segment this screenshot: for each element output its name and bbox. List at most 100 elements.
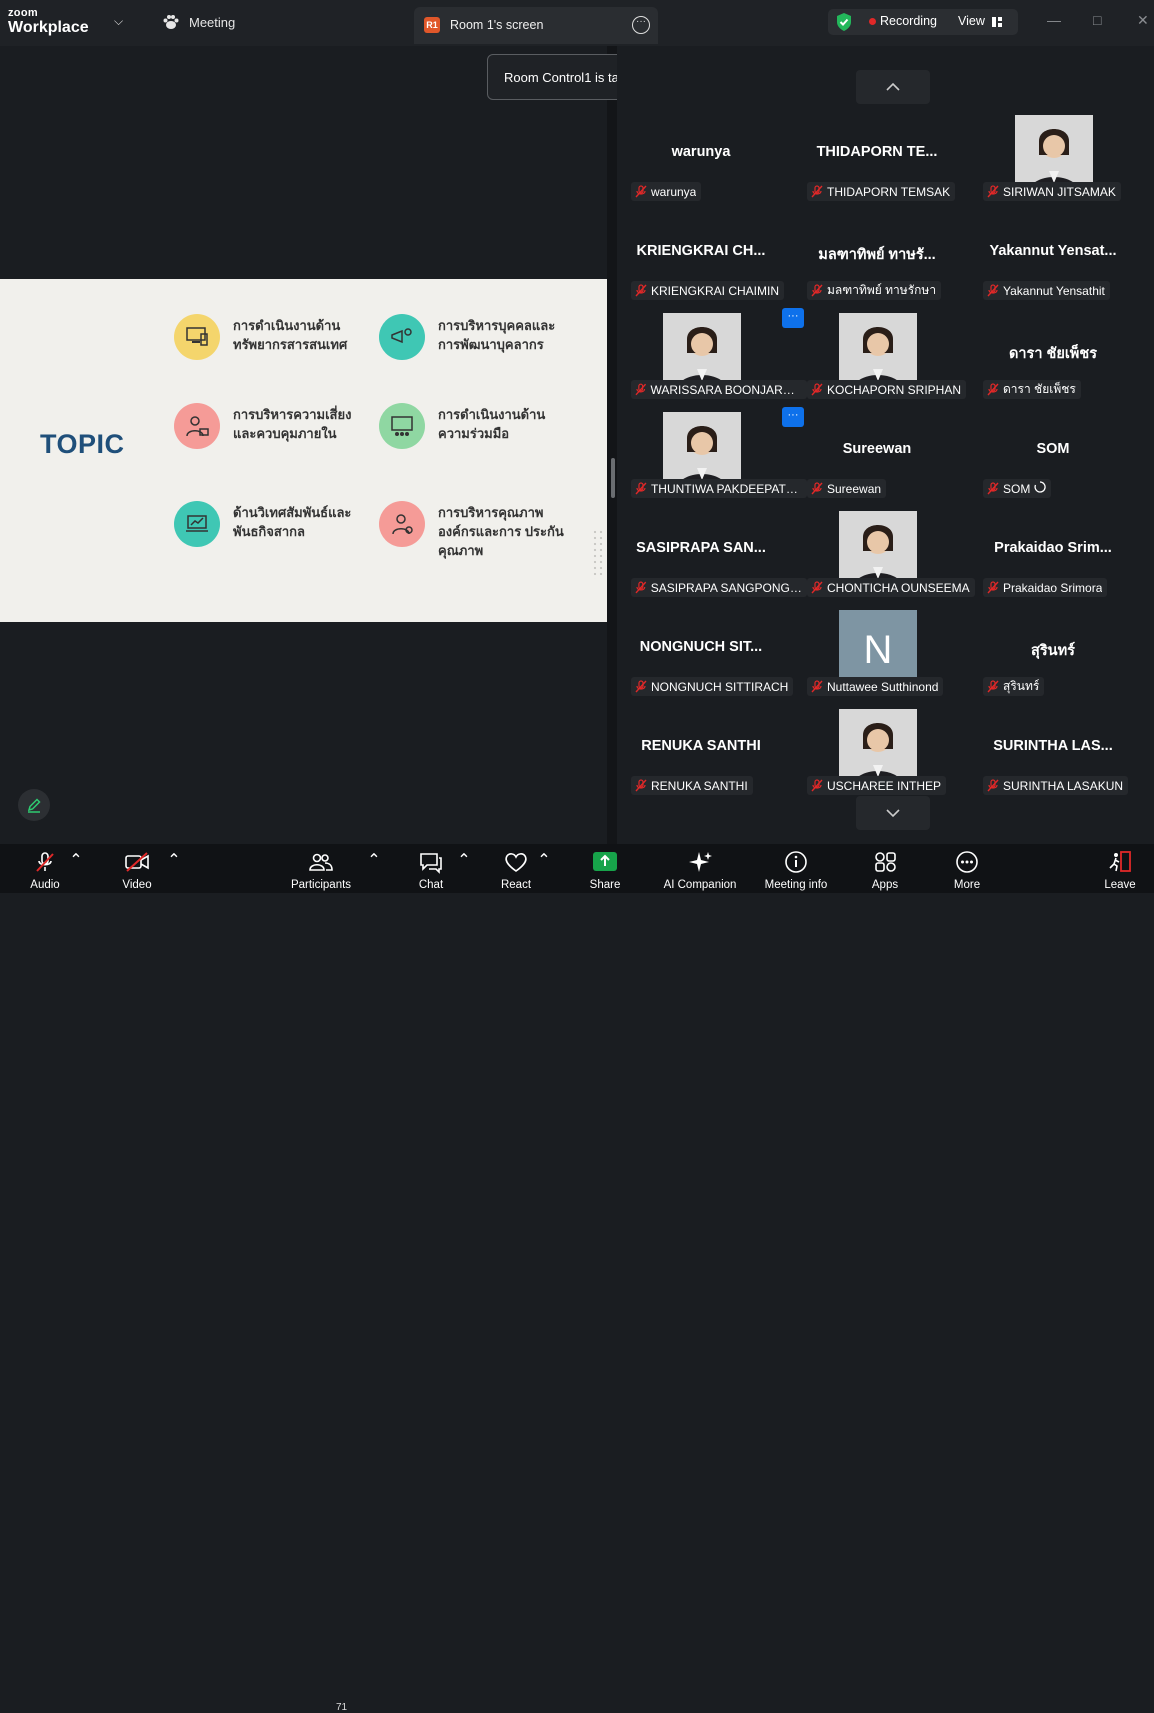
- participant-tile[interactable]: SURINTHA LAS... SURINTHA LASAKUN: [969, 709, 1137, 802]
- share-button[interactable]: Share: [560, 850, 650, 891]
- computer-icon: [174, 314, 220, 360]
- participant-name-label: NONGNUCH SITTIRACH: [631, 677, 794, 696]
- participant-tile[interactable]: มลฑาทิพย์ ทาษรั... มลฑาทิพย์ ทาษรักษา: [793, 214, 961, 307]
- participant-name-text: ดารา ชัยเพ็ชร: [1003, 382, 1076, 396]
- microphone-muted-icon: [36, 852, 54, 872]
- room-screen-tab[interactable]: R1 Room 1's screen ···: [414, 7, 658, 44]
- view-button[interactable]: View: [958, 14, 985, 28]
- shield-check-icon[interactable]: [835, 12, 853, 32]
- participant-name-label: Sureewan: [807, 479, 887, 498]
- logo-big-text: Workplace: [8, 19, 89, 36]
- participant-name-label: SASIPRAPA SANGPONGSA: [631, 578, 807, 597]
- leave-button[interactable]: Leave: [1075, 850, 1154, 891]
- chevron-down-icon[interactable]: ⌵: [114, 14, 123, 29]
- close-icon[interactable]: ✕: [1137, 12, 1149, 29]
- participant-name-label: SURINTHA LASAKUN: [983, 776, 1129, 795]
- sparkle-icon: [689, 852, 712, 872]
- participant-tile[interactable]: warunya warunya: [617, 115, 785, 208]
- participants-count: 71: [336, 1702, 348, 1713]
- participant-tile[interactable]: RENUKA SANTHI RENUKA SANTHI: [617, 709, 785, 802]
- participant-name-text: SURINTHA LASAKUN: [1003, 778, 1124, 793]
- participant-tile[interactable]: SIRIWAN JITSAMAK: [969, 115, 1137, 208]
- loading-spinner-icon: [1034, 481, 1047, 496]
- participant-name-label: Prakaidao Srimora: [983, 578, 1108, 597]
- resize-handle[interactable]: [611, 458, 615, 498]
- video-caret-icon[interactable]: ⌃: [167, 850, 180, 870]
- topic-text: การบริหารความเสี่ยง และควบคุมภายใน: [233, 407, 352, 441]
- microphone-muted-icon: [811, 185, 823, 198]
- screen-tab-title: Room 1's screen: [450, 18, 544, 32]
- participants-caret-icon[interactable]: ⌃: [367, 850, 380, 870]
- participants-button[interactable]: Participants: [276, 850, 366, 891]
- participant-name-text: warunya: [651, 184, 697, 199]
- gallery-scroll-up-button[interactable]: [856, 70, 930, 104]
- audio-caret-icon[interactable]: ⌃: [69, 850, 82, 870]
- participant-tile[interactable]: Yakannut Yensat... Yakannut Yensathit: [969, 214, 1137, 307]
- pen-icon: [27, 798, 41, 813]
- participant-name-text: Yakannut Yensathit: [1003, 283, 1105, 298]
- participant-tile[interactable]: ดารา ชัยเพ็ชร ดารา ชัยเพ็ชร: [969, 313, 1137, 406]
- more-options-icon[interactable]: ···: [632, 16, 650, 34]
- presentation-slide: TOPIC การดำเนินงานด้าน ทรัพยากรสารสนเทศ …: [0, 279, 607, 622]
- zoom-workplace-logo[interactable]: zoom Workplace: [8, 8, 89, 36]
- recording-status[interactable]: Recording View: [828, 9, 1018, 35]
- participant-name-text: SASIPRAPA SANGPONGSA: [650, 580, 802, 595]
- topic-text: การบริหารคุณภาพ องค์กรและการ ประกันคุณภา…: [438, 505, 564, 558]
- participant-tile[interactable]: THUNTIWA PAKDEEPATRA ···: [617, 407, 807, 505]
- react-caret-icon[interactable]: ⌃: [537, 850, 550, 870]
- ai-companion-button[interactable]: AI Companion: [655, 850, 745, 891]
- participant-display-name: ดารา ชัยเพ็ชร: [1009, 346, 1097, 362]
- annotate-pen-button[interactable]: [18, 789, 50, 821]
- chat-icon: [420, 853, 442, 874]
- laptop-chart-icon: [174, 501, 220, 547]
- meeting-info-button[interactable]: Meeting info: [751, 850, 841, 891]
- decorative-dot-grid: [592, 529, 606, 579]
- participant-display-name: KRIENGKRAI CH...: [636, 243, 766, 259]
- topic-item: การบริหารบุคคลและ การพัฒนาบุคลากร: [379, 314, 578, 360]
- title-bar: zoom Workplace ⌵ Meeting R1 Room 1's scr…: [0, 0, 1154, 46]
- topic-item: การบริหารคุณภาพ องค์กรและการ ประกันคุณภา…: [379, 501, 578, 560]
- recording-label: Recording: [880, 14, 937, 28]
- participant-tile[interactable]: SASIPRAPA SAN... SASIPRAPA SANGPONGSA: [617, 511, 807, 604]
- participant-tile[interactable]: Sureewan Sureewan: [793, 412, 961, 505]
- topic-item: ด้านวิเทศสัมพันธ์และ พันธกิจสากล: [174, 501, 373, 547]
- meeting-tab[interactable]: Meeting: [162, 14, 235, 30]
- participant-tile[interactable]: NONGNUCH SIT... NONGNUCH SITTIRACH: [617, 610, 794, 703]
- apps-button[interactable]: Apps: [840, 850, 930, 891]
- participant-tile[interactable]: CHONTICHA OUNSEEMA: [793, 511, 975, 604]
- participant-tile[interactable]: KRIENGKRAI CH... KRIENGKRAI CHAIMIN: [617, 214, 785, 307]
- participant-name-label: warunya: [631, 182, 702, 201]
- participant-name-text: KOCHAPORN SRIPHAN: [827, 382, 962, 397]
- topic-item: การดำเนินงานด้าน ทรัพยากรสารสนเทศ: [174, 314, 373, 360]
- video-label: Video: [122, 879, 152, 891]
- heart-icon: [505, 853, 527, 872]
- participant-display-name: มลฑาทิพย์ ทาษรั...: [818, 247, 936, 263]
- participant-tile[interactable]: THIDAPORN TE... THIDAPORN TEMSAK: [793, 115, 961, 208]
- chat-caret-icon[interactable]: ⌃: [457, 850, 470, 870]
- minimize-icon[interactable]: —: [1047, 12, 1061, 28]
- participant-name-text: มลฑาทิพย์ ทาษรักษา: [827, 283, 937, 297]
- microphone-muted-icon: [811, 383, 823, 396]
- participant-tile[interactable]: WARISSARA BOONJAROEN ···: [617, 308, 807, 406]
- maximize-icon[interactable]: □: [1093, 12, 1101, 28]
- participant-tile[interactable]: Prakaidao Srim... Prakaidao Srimora: [969, 511, 1137, 604]
- participant-tile[interactable]: KOCHAPORN SRIPHAN: [793, 313, 967, 406]
- leave-label: Leave: [1104, 879, 1136, 891]
- participant-name-label: สุรินทร์: [983, 677, 1045, 696]
- participant-name-label: SOM: [983, 479, 1052, 498]
- participant-tile[interactable]: สุรินทร์ สุรินทร์: [969, 610, 1137, 703]
- participant-tile[interactable]: N Nuttawee Sutthinond: [793, 610, 961, 703]
- participant-name-text: SIRIWAN JITSAMAK: [1003, 184, 1116, 199]
- microphone-muted-icon: [811, 680, 823, 693]
- microphone-muted-icon: [635, 383, 647, 396]
- more-icon: [956, 851, 978, 873]
- topic-text: การดำเนินงานด้าน ทรัพยากรสารสนเทศ: [233, 318, 348, 352]
- microphone-muted-icon: [811, 482, 823, 495]
- more-button[interactable]: More: [922, 850, 1012, 891]
- participant-tile[interactable]: USCHAREE INTHEP: [793, 709, 961, 802]
- participant-tile[interactable]: SOM SOM: [969, 412, 1137, 505]
- microphone-muted-icon: [635, 482, 647, 495]
- grid-view-icon[interactable]: [991, 16, 1003, 28]
- meeting-toolbar: Audio ⌃ Video ⌃ Participants 71 ⌃ Chat ⌃: [0, 844, 1154, 1713]
- apps-label: Apps: [871, 879, 899, 891]
